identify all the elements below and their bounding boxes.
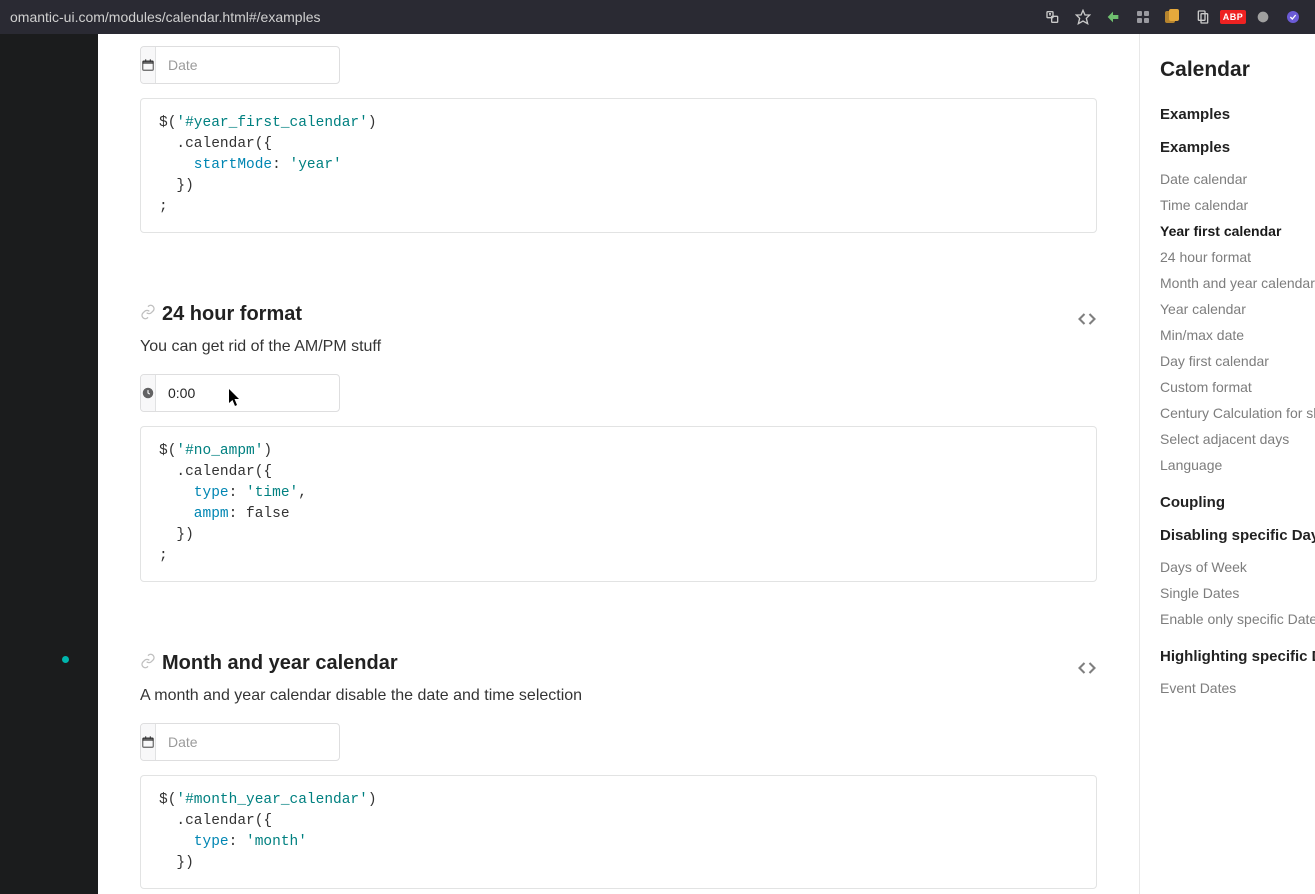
rail-link[interactable]: Date calendar xyxy=(1160,166,1315,192)
section-heading-month-year: Month and year calendar xyxy=(140,652,398,675)
rail-link[interactable]: Language xyxy=(1160,452,1315,478)
section-description: A month and year calendar disable the da… xyxy=(140,687,1097,705)
code-toggle-icon[interactable] xyxy=(1077,658,1097,681)
bookmark-star-icon[interactable] xyxy=(1075,9,1091,25)
code-block-month-year[interactable]: $('#month_year_calendar') .calendar({ ty… xyxy=(140,775,1097,889)
time-input-24hour[interactable] xyxy=(140,374,340,412)
heading-text: Month and year calendar xyxy=(162,652,398,675)
calendar-icon xyxy=(141,724,156,760)
rail-link[interactable]: Min/max date xyxy=(1160,322,1315,348)
rail-group-header[interactable]: Coupling xyxy=(1160,494,1315,511)
rail-group-header[interactable]: Examples xyxy=(1160,106,1315,123)
sidebar-indicator-dot xyxy=(62,656,69,663)
rail-link[interactable]: Year calendar xyxy=(1160,296,1315,322)
main-content[interactable]: $('#year_first_calendar') .calendar({ st… xyxy=(98,34,1140,894)
date-input-month-year[interactable] xyxy=(140,723,340,761)
heading-text: 24 hour format xyxy=(162,303,302,326)
date-input-year-first[interactable] xyxy=(140,46,340,84)
date-field[interactable] xyxy=(156,724,361,760)
clipboard-icon[interactable] xyxy=(1195,9,1211,25)
adblock-icon[interactable]: ABP xyxy=(1225,9,1241,25)
link-icon[interactable] xyxy=(140,303,156,326)
date-field[interactable] xyxy=(156,47,361,83)
dropbox-icon[interactable] xyxy=(1135,9,1151,25)
clock-icon xyxy=(141,375,156,411)
browser-extension-icons: ABP xyxy=(1045,9,1307,25)
extension-icon-1[interactable] xyxy=(1105,9,1121,25)
rail-link[interactable]: Century Calculation for shorthand years xyxy=(1160,400,1315,426)
rail-link[interactable]: Month and year calendar xyxy=(1160,270,1315,296)
code-block-year-first[interactable]: $('#year_first_calendar') .calendar({ st… xyxy=(140,98,1097,233)
rail-link[interactable]: Day first calendar xyxy=(1160,348,1315,374)
section-24-hour: 24 hour format You can get rid of the AM… xyxy=(140,303,1097,582)
translate-icon[interactable] xyxy=(1045,9,1061,25)
rail-link[interactable]: Days of Week xyxy=(1160,554,1315,580)
rail-link[interactable]: Enable only specific Dates xyxy=(1160,606,1315,632)
rail-link[interactable]: Event Dates xyxy=(1160,675,1315,701)
time-field[interactable] xyxy=(156,375,361,411)
url-text: omantic-ui.com/modules/calendar.html#/ex… xyxy=(10,9,320,25)
link-icon[interactable] xyxy=(140,652,156,675)
left-sidebar xyxy=(0,34,98,894)
calendar-icon xyxy=(141,47,156,83)
right-toc-rail: Calendar Examples Examples Date calendarTi… xyxy=(1140,34,1315,894)
rail-group-header[interactable]: Disabling specific Days xyxy=(1160,527,1315,544)
rail-link[interactable]: Single Dates xyxy=(1160,580,1315,606)
rail-link[interactable]: Time calendar xyxy=(1160,192,1315,218)
rail-link[interactable]: Select adjacent days xyxy=(1160,426,1315,452)
section-description: You can get rid of the AM/PM stuff xyxy=(140,338,1097,356)
rail-link[interactable]: 24 hour format xyxy=(1160,244,1315,270)
rail-link[interactable]: Year first calendar xyxy=(1160,218,1315,244)
code-toggle-icon[interactable] xyxy=(1077,309,1097,332)
extension-icon-2[interactable] xyxy=(1165,9,1181,25)
rail-groups: Examples Examples Date calendarTime calend… xyxy=(1160,106,1315,701)
rail-group-header[interactable]: Examples xyxy=(1160,139,1315,156)
rail-link[interactable]: Custom format xyxy=(1160,374,1315,400)
rail-group-header[interactable]: Highlighting specific Dates xyxy=(1160,648,1315,665)
rail-title: Calendar xyxy=(1160,58,1315,82)
section-month-year: Month and year calendar A month and year… xyxy=(140,652,1097,889)
url-area[interactable]: omantic-ui.com/modules/calendar.html#/ex… xyxy=(8,9,320,25)
section-year-first: $('#year_first_calendar') .calendar({ st… xyxy=(140,46,1097,233)
extension-icon-3[interactable] xyxy=(1285,9,1301,25)
browser-chrome-bar: omantic-ui.com/modules/calendar.html#/ex… xyxy=(0,0,1315,34)
section-heading-24hour: 24 hour format xyxy=(140,303,302,326)
evernote-icon[interactable] xyxy=(1255,9,1271,25)
code-block-24hour[interactable]: $('#no_ampm') .calendar({ type: 'time', … xyxy=(140,426,1097,582)
